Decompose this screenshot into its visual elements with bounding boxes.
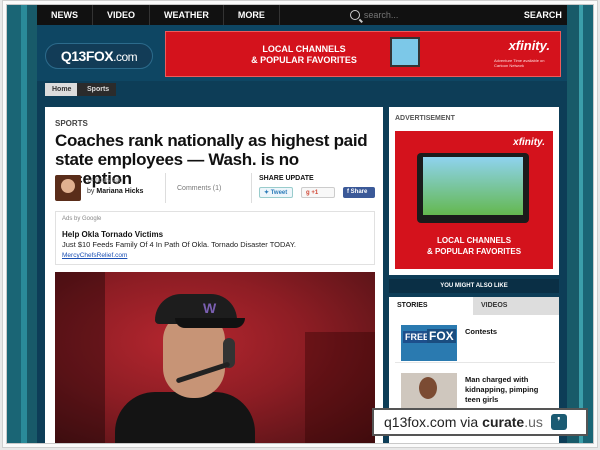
sidebar-ad-line1: LOCAL CHANNELS [436,236,512,245]
badge-site: q13fox.com via [384,414,479,430]
facebook-icon: f [347,189,349,195]
comments-link[interactable]: Comments (1) [177,185,221,192]
author-avatar[interactable] [55,175,81,201]
sidebar-tabs: STORIES VIDEOS [389,297,559,315]
tab-videos[interactable]: VIDEOS [473,297,559,315]
cap-logo: W [203,300,217,316]
logo-text: Q13FOX [60,48,114,64]
search-icon [349,10,360,20]
you-might-also-like-header: YOU MIGHT ALSO LIKE [389,279,559,293]
site-header: Q13FOX.com LOCAL CHANNELS & POPULAR FAVO… [37,25,567,81]
nav-weather[interactable]: WEATHER [150,5,224,25]
top-navigation: NEWS VIDEO WEATHER MORE SEARCH [37,5,567,25]
list-item[interactable]: FREE ON FOX Contests [395,319,555,363]
timestamp: 14 hours ago [87,178,123,184]
top-ad-line1: LOCAL CHANNELS [262,44,346,54]
tweet-label: Tweet [270,190,288,196]
top-ad-line2: & POPULAR FAVORITES [251,55,357,65]
badge-tld: .us [524,414,543,430]
story-thumbnail[interactable] [401,373,457,409]
byline-row: 14 hours ago by Mariana Hicks Comments (… [55,173,375,205]
google-ad-link[interactable]: MercyChefsRelief.com [62,252,127,259]
top-ad-brand: xfinity. [508,38,550,53]
top-ad-text: LOCAL CHANNELS & POPULAR FAVORITES [244,44,364,66]
article-photo[interactable]: W [55,272,375,443]
section-label[interactable]: SPORTS [55,119,88,128]
google-ad-box: Ads by Google Help Okla Tornado Victims … [55,211,375,265]
sidebar-ad-brand: xfinity. [513,137,545,148]
search-button[interactable]: SEARCH [524,10,562,20]
fb-share-label: Share [350,189,368,195]
nav-video[interactable]: VIDEO [93,5,151,25]
photo-background [55,272,105,443]
site-logo[interactable]: Q13FOX.com [45,43,153,69]
list-item[interactable]: Man charged with kidnapping, pimping tee… [395,367,555,411]
sidebar-ad-line2: & POPULAR FAVORITES [426,247,522,256]
breadcrumb: Home Sports [37,81,567,99]
top-banner-ad[interactable]: LOCAL CHANNELS & POPULAR FAVORITES xfini… [165,31,561,77]
google-ad-title[interactable]: Help Okla Tornado Victims [62,230,163,239]
story-thumbnail[interactable]: FREE ON FOX [401,325,457,361]
by-label: by [87,188,95,195]
sidebar-ad-box: ADVERTISEMENT xfinity. LOCAL CHANNELS & … [389,107,559,275]
logo-suffix: .com [113,50,138,64]
google-plus-icon: g [306,190,310,196]
facebook-share-button[interactable]: f Share [343,187,375,198]
search-input[interactable] [363,10,514,20]
tv-screen [423,157,523,215]
badge-brand: curate [482,414,525,430]
fox-logo: FOX [427,329,456,343]
divider [165,173,166,203]
story-title[interactable]: Man charged with kidnapping, pimping tee… [465,375,553,405]
google-plus-button[interactable]: g +1 [301,187,335,198]
nav-news[interactable]: NEWS [37,5,93,25]
story-title[interactable]: Contests [465,327,553,337]
breadcrumb-sports[interactable]: Sports [77,83,117,96]
page-frame: NEWS VIDEO WEATHER MORE SEARCH Q13FOX.co… [6,4,594,444]
curate-badge[interactable]: q13fox.com via curate .us ❜ [372,408,588,436]
share-title: SHARE UPDATE [259,175,314,182]
author-name[interactable]: Mariana Hicks [96,188,143,195]
photo-background [305,332,375,443]
sidebar-ad-text: LOCAL CHANNELS & POPULAR FAVORITES [395,235,553,257]
tab-stories[interactable]: STORIES [389,297,473,315]
curate-logo-icon: ❜ [550,414,567,430]
gplus-label: +1 [311,190,319,196]
ads-by-google-label[interactable]: Ads by Google [62,216,101,222]
divider [251,173,252,203]
cap-brim [175,318,245,328]
nav-more[interactable]: MORE [224,5,280,25]
top-ad-fineprint: Adventure Time available on Cartoon Netw… [494,58,545,68]
author-line: by Mariana Hicks [87,188,143,195]
top-ad-tv-icon [390,37,420,67]
breadcrumb-home[interactable]: Home [45,83,79,96]
sidebar-ad[interactable]: xfinity. LOCAL CHANNELS & POPULAR FAVORI… [395,131,553,269]
advertisement-label: ADVERTISEMENT [395,115,455,122]
sidebar: ADVERTISEMENT xfinity. LOCAL CHANNELS & … [389,107,559,443]
search-area: SEARCH [349,10,562,20]
tweet-button[interactable]: ✦ Tweet [259,187,293,198]
article-main: SPORTS Coaches rank nationally as highes… [45,107,383,443]
google-ad-description: Just $10 Feeds Family Of 4 In Path Of Ok… [62,240,296,249]
twitter-icon: ✦ [264,190,270,196]
coach-body [115,392,255,443]
